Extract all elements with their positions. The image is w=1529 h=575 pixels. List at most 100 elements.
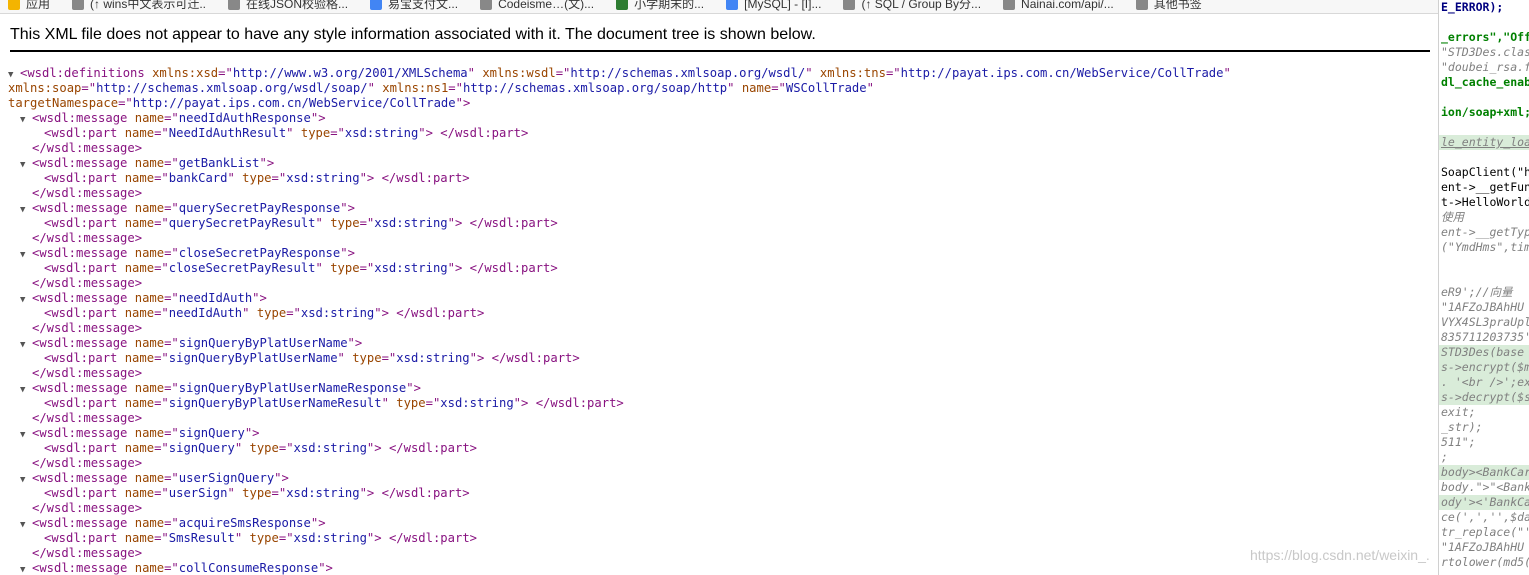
bookmark-item[interactable]: (↑ SQL / Group By分... [835,0,995,13]
xml-tag: </wsdl:message> [32,321,143,335]
bookmark-item[interactable]: [MySQL] - [I]... [718,0,835,13]
code-line: _str); [1441,420,1483,434]
xml-attr-value: xsd:string [396,351,470,365]
bookmark-label: Codeisme…(文)... [498,0,595,11]
xml-tag: <wsdl:part [44,126,118,140]
xml-token: =" [164,111,179,125]
xml-tag: <wsdl:message [32,291,128,305]
xml-token: > [354,336,363,350]
xml-attr-value: http://payat.ips.com.cn/WebService/CollT… [900,66,1224,80]
xml-tag: </wsdl:message> [32,276,143,290]
xml-token: =" [218,66,233,80]
xml-attr-value: xsd:string [293,531,367,545]
tree-line: <wsdl:part name="bankCard" type="xsd:str… [8,171,1428,186]
xml-token: =" [271,171,287,185]
xml-attr-value: NeedIdAuthResult [168,126,287,140]
code-line: rtolower(md5( [1441,555,1529,569]
tree-line: ▼ <wsdl:message name="needIdAuth"> [8,291,1428,306]
xml-document-tree: ▼ <wsdl:definitions xmlns:xsd="http://www… [8,66,1428,575]
bookmark-item[interactable]: 其他书签 [1128,0,1216,13]
xml-token [127,156,134,170]
xml-attr-value: userSign [168,486,228,500]
code-line: VYX4SL3praUpl [1441,315,1529,329]
tree-line: </wsdl:message> [8,366,1428,381]
xml-tag: <wsdl:part [44,261,118,275]
xml-tag: <wsdl:part [44,531,118,545]
xml-token [117,216,124,230]
xml-token: =" [771,81,786,95]
xml-token [127,471,134,485]
xml-token: " [252,291,260,305]
xml-tag: <wsdl:part [44,216,118,230]
xml-attr-value: xsd:string [293,441,367,455]
xml-attr-name: name [124,531,155,545]
xml-attr-name: name [134,471,165,485]
bookmark-item[interactable]: Codeisme…(文)... [472,0,608,13]
tree-line: ▼ <wsdl:message name="getBankList"> [8,156,1428,171]
xml-attr-name: name [124,441,155,455]
xml-token: " [447,261,455,275]
xml-attr-name: name [134,111,165,125]
code-line: "doubei_rsa.f [1441,60,1529,74]
xml-attr-name: xmlns:ns1 [382,81,449,95]
xml-attr-name: type [352,351,382,365]
xml-attr-value: needIdAuthResponse [178,111,311,125]
bookmark-item[interactable]: 小学期末的... [608,0,718,13]
xml-token [117,351,124,365]
xml-token: =" [425,396,441,410]
xml-attr-value: signQueryByPlatUserNameResponse [178,381,407,395]
xml-token [242,441,249,455]
bookmark-label: (↑ wins中文表示可迁.. [90,0,207,11]
xml-token: =" [278,441,294,455]
xml-attr-name: name [134,426,165,440]
xml-token: " [227,486,235,500]
xml-tag: </wsdl:message> [32,186,143,200]
code-line: t->HelloWorld [1441,195,1529,209]
xml-token: " [866,81,874,95]
code-line: ent->__getFun [1441,180,1529,194]
xml-tag: <wsdl:message [32,246,128,260]
bookmark-item[interactable]: Nainai.com/api/... [995,0,1128,13]
code-line: ent->__getTyp [1441,225,1529,239]
xml-attr-value: xsd:string [286,486,360,500]
xml-token: " [374,306,382,320]
bookmark-item[interactable]: 在线JSON校验格... [220,0,362,13]
bookmark-icon [480,0,493,10]
xml-tag: <wsdl:part [44,396,118,410]
xml-token: =" [154,531,169,545]
collapse-toggle-icon[interactable]: ▼ [20,563,32,575]
tree-line: </wsdl:message> [8,411,1428,426]
bookmarks-bar: 应用 (↑ wins中文表示可迁.. 在线JSON校验格... 易宝支付文... Cod… [0,0,1440,14]
tree-line: <wsdl:part name="signQuery" type="xsd:st… [8,441,1428,456]
xml-attr-value: signQueryByPlatUserName [168,351,338,365]
bookmark-item[interactable]: 应用 [0,0,64,13]
code-line: 使用 [1441,210,1464,224]
xml-token: " [805,66,813,80]
tree-line: <wsdl:part name="querySecretPayResult" t… [8,216,1428,231]
xml-attr-name: name [134,381,165,395]
xml-token: =" [164,561,179,575]
bookmark-item[interactable]: 易宝支付文... [362,0,472,13]
xml-tag: </wsdl:message> [32,231,143,245]
xml-token [117,306,124,320]
code-line: ion/soap+xml; [1441,105,1529,119]
xml-token: =" [164,381,179,395]
tree-line: <wsdl:part name="signQueryByPlatUserName… [8,396,1428,411]
xml-token: > [462,96,471,110]
xml-attr-value: signQuery [178,426,245,440]
xml-tag: <wsdl:part [44,306,118,320]
xml-attr-name: name [124,486,155,500]
code-line: body><BankCar [1439,465,1529,480]
xml-token: =" [154,306,169,320]
xml-token: " [1223,66,1231,80]
bookmark-item[interactable]: (↑ wins中文表示可迁.. [64,0,220,13]
watermark: https://blog.csdn.net/weixin_... [1250,547,1430,563]
xml-token: =" [154,396,169,410]
xml-attr-name: name [134,336,165,350]
bookmark-label: Nainai.com/api/... [1021,0,1114,11]
xml-token: =" [278,531,294,545]
xml-token: " [406,381,414,395]
bookmark-label: 应用 [26,0,51,11]
code-line: le_entity_loa [1439,135,1529,150]
